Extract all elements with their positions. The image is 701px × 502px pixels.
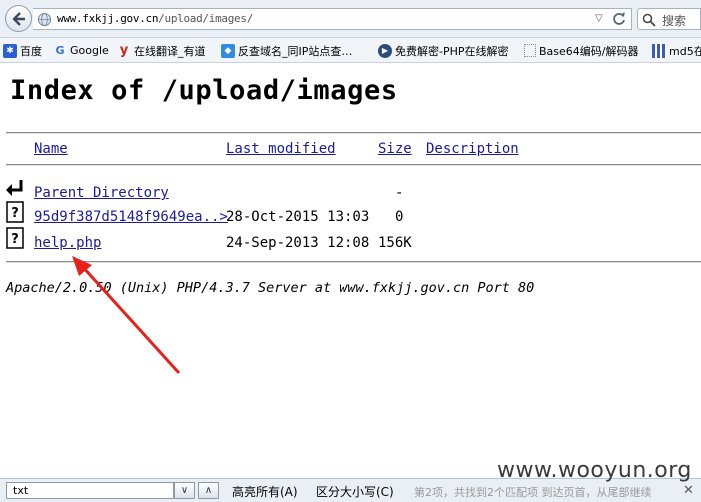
- file-size: 0: [395, 209, 404, 225]
- parent-size: -: [395, 185, 404, 201]
- bookmark-baidu[interactable]: ✱ 百度: [3, 42, 42, 59]
- url-text[interactable]: www.fxkjj.gov.cn/upload/images/: [57, 12, 253, 25]
- search-placeholder: 搜索: [662, 14, 687, 28]
- page-title: Index of /upload/images: [10, 75, 398, 106]
- column-header-name[interactable]: Name: [34, 141, 68, 157]
- bookmark-youdao[interactable]: y 在线翻译_有道: [117, 42, 206, 59]
- page-icon: [524, 44, 536, 57]
- file-size: 156K: [378, 235, 412, 251]
- youdao-icon: y: [119, 42, 129, 58]
- highlight-all-button[interactable]: 高亮所有(A): [232, 483, 298, 500]
- bookmark-base64[interactable]: Base64编码/解码器: [524, 42, 639, 59]
- divider: [6, 132, 701, 134]
- watermark: www.wooyun.org: [497, 458, 692, 483]
- bookmark-label: Base64编码/解码器: [539, 44, 639, 58]
- url-bar[interactable]: www.fxkjj.gov.cn/upload/images/ ▽: [33, 8, 632, 30]
- bookmark-label: Google: [70, 44, 109, 57]
- column-header-description[interactable]: Description: [426, 141, 519, 157]
- back-folder-icon: [6, 180, 23, 196]
- find-input[interactable]: txt: [6, 482, 174, 499]
- file-unknown-icon: ?: [6, 227, 24, 249]
- bookmarks-toolbar: ✱ 百度 G Google y 在线翻译_有道 ◆ 反查域名_同IP站点查… ▶…: [0, 38, 701, 63]
- bookmark-reverse-domain[interactable]: ◆ 反查域名_同IP站点查…: [221, 42, 352, 59]
- column-header-size[interactable]: Size: [378, 141, 412, 157]
- svg-text:?: ?: [11, 206, 19, 221]
- grid-icon: [652, 43, 666, 58]
- file-unknown-icon: ?: [6, 201, 24, 223]
- close-icon[interactable]: ✕: [683, 483, 694, 498]
- url-host: www.fxkjj.gov.cn: [57, 12, 159, 25]
- file-link-help-php[interactable]: help.php: [34, 235, 101, 251]
- globe-icon: [37, 12, 52, 27]
- unlock-icon: ▶: [378, 43, 392, 58]
- paw-icon: ✱: [3, 43, 17, 58]
- back-button[interactable]: [5, 5, 32, 32]
- bookmark-md5[interactable]: md5在: [652, 42, 701, 59]
- bookmark-label: md5在: [669, 44, 701, 58]
- search-icon: [642, 13, 656, 27]
- file-modified: 24-Sep-2013 12:08: [226, 235, 370, 251]
- url-path: /upload/images/: [158, 12, 254, 25]
- google-g-icon: G: [55, 43, 65, 57]
- navigation-bar: www.fxkjj.gov.cn/upload/images/ ▽ 搜索: [0, 0, 701, 38]
- file-modified: 28-Oct-2015 13:03: [226, 209, 370, 225]
- domain-icon: ◆: [221, 43, 235, 58]
- back-arrow-icon: [12, 12, 25, 26]
- bookmark-label: 百度: [20, 44, 42, 58]
- reload-icon[interactable]: [611, 11, 627, 27]
- svg-text:?: ?: [11, 232, 19, 247]
- parent-directory-link[interactable]: Parent Directory: [34, 185, 169, 201]
- bookmark-label: 反查域名_同IP站点查…: [238, 44, 353, 58]
- bookmark-label: 在线翻译_有道: [134, 44, 206, 58]
- bookmark-label: 免费解密-PHP在线解密: [395, 44, 509, 58]
- column-header-last-modified[interactable]: Last modified: [226, 141, 336, 157]
- find-next-button[interactable]: ∨: [174, 482, 195, 499]
- search-box[interactable]: 搜索: [637, 8, 701, 30]
- bookmark-google[interactable]: G Google: [53, 42, 109, 59]
- find-status: 第2项，共找到2个匹配项 到达页首，从尾部继续: [414, 486, 652, 499]
- divider: [6, 261, 701, 263]
- url-dropdown-icon[interactable]: ▽: [595, 13, 603, 24]
- bookmark-php-decrypt[interactable]: ▶ 免费解密-PHP在线解密: [378, 42, 509, 59]
- server-signature: Apache/2.0.50 (Unix) PHP/4.3.7 Server at…: [6, 280, 535, 296]
- divider: [6, 164, 701, 166]
- file-link[interactable]: 95d9f387d5148f9649ea..>: [34, 209, 228, 225]
- find-previous-button[interactable]: ∧: [198, 482, 219, 499]
- match-case-checkbox[interactable]: 区分大小写(C): [316, 483, 394, 500]
